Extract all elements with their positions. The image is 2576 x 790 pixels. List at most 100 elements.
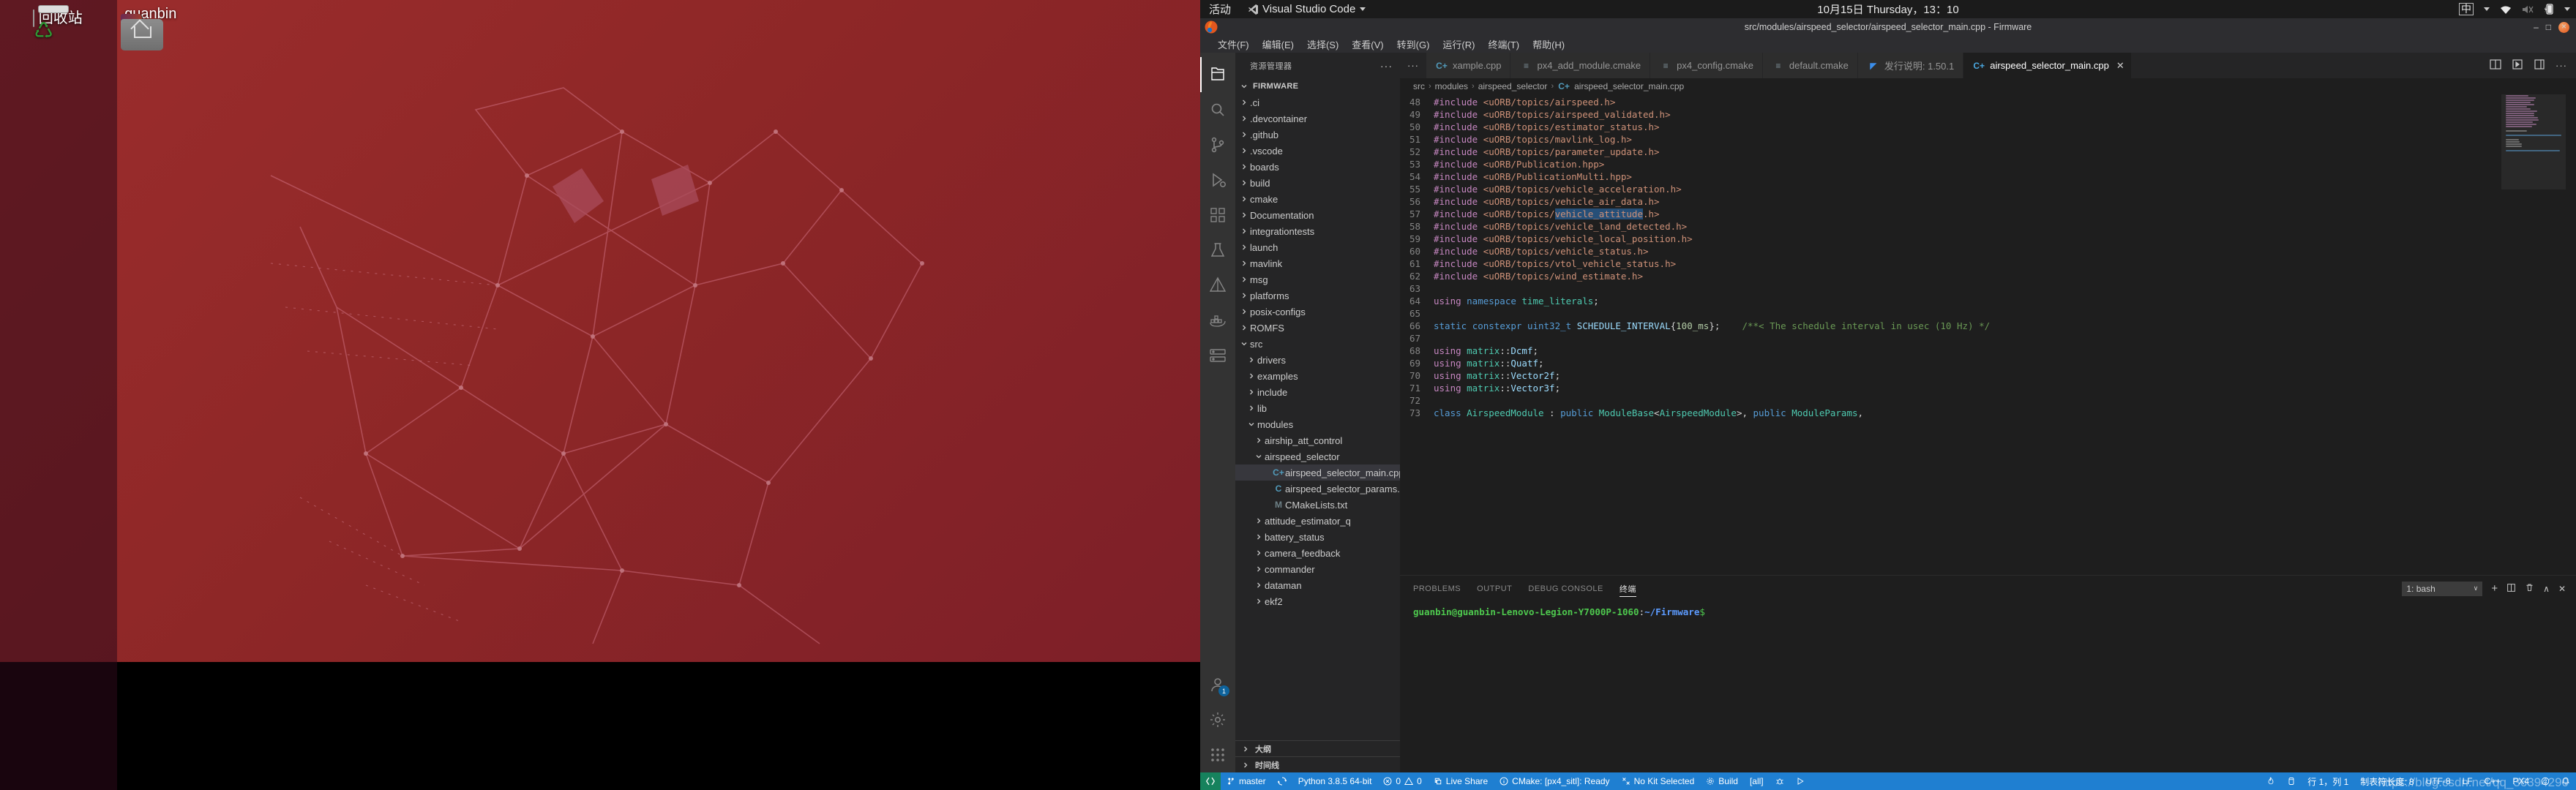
code-line[interactable]: 72 <box>1400 394 2501 407</box>
tree-folder-row[interactable]: .github <box>1235 127 1400 143</box>
sidebar-more-actions-icon[interactable]: ··· <box>1380 60 1393 72</box>
accounts-icon[interactable]: 1 <box>1200 667 1235 702</box>
tree-folder-row[interactable]: platforms <box>1235 287 1400 304</box>
explorer-icon[interactable] <box>1200 57 1235 92</box>
code-line[interactable]: 65 <box>1400 307 2501 320</box>
breadcrumb-airspeed-selector[interactable]: airspeed_selector <box>1478 81 1548 91</box>
tree-folder-row[interactable]: drivers <box>1235 352 1400 368</box>
tree-folder-row[interactable]: examples <box>1235 368 1400 384</box>
editor-tab[interactable]: C+ xample.cpp <box>1426 53 1511 78</box>
menu-file[interactable]: 文件(F) <box>1212 36 1255 53</box>
tree-folder-row[interactable]: cmake <box>1235 191 1400 207</box>
code-line[interactable]: 58 #include <uORB/topics/vehicle_land_det… <box>1400 220 2501 233</box>
input-method-icon[interactable]: 中 <box>2459 3 2474 15</box>
tree-folder-row[interactable]: msg <box>1235 271 1400 287</box>
code-line[interactable]: 69 using matrix::Quatf; <box>1400 357 2501 369</box>
tab-close-icon[interactable]: ✕ <box>2116 60 2124 72</box>
terminal-output[interactable]: guanbin@guanbin-Lenovo-Legion-Y7000P-106… <box>1400 601 2576 772</box>
status-live-share[interactable]: Live Share <box>1428 772 1494 790</box>
remote-explorer-icon[interactable] <box>1200 338 1235 373</box>
overview-ruler[interactable] <box>2566 94 2576 575</box>
activities-button[interactable]: 活动 <box>1200 0 1240 18</box>
status-language-mode[interactable]: C++ <box>2479 772 2507 790</box>
status-sync-changes[interactable] <box>1272 772 1292 790</box>
status-cursor-position[interactable]: 行 1，列 1 <box>2302 772 2354 790</box>
more-actions-icon[interactable]: ··· <box>2556 60 2567 71</box>
window-maximize-button[interactable]: □ <box>2546 23 2551 31</box>
status-database-indicator[interactable] <box>2281 772 2302 790</box>
code-line[interactable]: 68 using matrix::Dcmf; <box>1400 345 2501 357</box>
tree-folder-row[interactable]: integrationtests <box>1235 223 1400 239</box>
status-notifications[interactable] <box>2556 772 2576 790</box>
menu-go[interactable]: 转到(G) <box>1391 36 1436 53</box>
chevron-up-icon[interactable]: ∧ <box>2543 584 2550 594</box>
split-terminal-icon[interactable] <box>2506 583 2516 595</box>
cmake-icon[interactable] <box>1200 268 1235 303</box>
code-editor[interactable]: 48 #include <uORB/topics/airspeed.h> 49 #in… <box>1400 94 2576 575</box>
menu-run[interactable]: 运行(R) <box>1437 36 1480 53</box>
tree-folder-row[interactable]: modules <box>1235 416 1400 432</box>
tree-folder-row[interactable]: ROMFS <box>1235 320 1400 336</box>
editor-tab[interactable]: ≡ px4_config.cmake <box>1650 53 1763 78</box>
status-smiley-feedback[interactable] <box>2535 772 2556 790</box>
status-git-branch[interactable]: master <box>1221 772 1272 790</box>
outline-section[interactable]: 大纲 <box>1235 740 1400 756</box>
code-line[interactable]: 57 #include <uORB/topics/vehicle_attitude… <box>1400 208 2501 220</box>
file-tree[interactable]: .ci .devcontainer .github .vscode boards buil… <box>1235 94 1400 740</box>
desktop-icon-home[interactable]: guanbin <box>94 6 203 50</box>
status-tab-size[interactable]: 制表符长度: 8 <box>2354 772 2419 790</box>
breadcrumb-modules[interactable]: modules <box>1435 81 1468 91</box>
status-build-button[interactable]: Build <box>1700 772 1744 790</box>
status-eol[interactable]: LF <box>2457 772 2479 790</box>
ubuntu-launcher-bar[interactable] <box>0 0 117 790</box>
editor-tab[interactable]: ≡ default.cmake <box>1762 53 1858 78</box>
breadcrumb-src[interactable]: src <box>1413 81 1425 91</box>
extensions-icon[interactable] <box>1200 198 1235 233</box>
window-close-button[interactable]: × <box>2558 21 2569 33</box>
tree-folder-row[interactable]: Documentation <box>1235 207 1400 223</box>
tree-folder-row[interactable]: attitude_estimator_q <box>1235 513 1400 529</box>
testing-icon[interactable] <box>1200 233 1235 268</box>
menu-help[interactable]: 帮助(H) <box>1527 36 1570 53</box>
tree-folder-row[interactable]: mavlink <box>1235 255 1400 271</box>
status-flame-indicator[interactable] <box>2261 772 2281 790</box>
new-terminal-icon[interactable]: + <box>2491 582 2498 595</box>
status-cmake[interactable]: CMake: [px4_sitl]: Ready <box>1494 772 1615 790</box>
tree-folder-row[interactable]: airship_att_control <box>1235 432 1400 448</box>
apps-grid-icon[interactable] <box>1200 737 1235 772</box>
tree-folder-row[interactable]: src <box>1235 336 1400 352</box>
code-line[interactable]: 53 #include <uORB/Publication.hpp> <box>1400 158 2501 170</box>
status-build-target[interactable]: [all] <box>1744 772 1770 790</box>
status-encoding[interactable]: UTF-8 <box>2420 772 2457 790</box>
tree-file-row[interactable]: Cairspeed_selector_params.c <box>1235 481 1400 497</box>
status-launch-target[interactable] <box>1790 772 1811 790</box>
run-icon[interactable] <box>2512 59 2523 72</box>
code-line[interactable]: 62 #include <uORB/topics/wind_estimate.h> <box>1400 270 2501 282</box>
code-line[interactable]: 48 #include <uORB/topics/airspeed.h> <box>1400 96 2501 108</box>
code-line[interactable]: 60 #include <uORB/topics/vehicle_status.h… <box>1400 245 2501 257</box>
editor-tab[interactable]: C+ airspeed_selector_main.cpp ✕ <box>1963 53 2133 78</box>
source-control-icon[interactable] <box>1200 127 1235 162</box>
system-indicators[interactable]: 中 <box>2459 0 2570 18</box>
tree-folder-row[interactable]: lib <box>1235 400 1400 416</box>
code-line[interactable]: 49 #include <uORB/topics/airspeed_validat… <box>1400 108 2501 121</box>
tree-folder-row[interactable]: airspeed_selector <box>1235 448 1400 464</box>
run-debug-icon[interactable] <box>1200 162 1235 198</box>
code-line[interactable]: 63 <box>1400 282 2501 295</box>
tree-folder-row[interactable]: include <box>1235 384 1400 400</box>
panel-tab-output[interactable]: OUTPUT <box>1477 576 1512 601</box>
menu-edit[interactable]: 编辑(E) <box>1257 36 1300 53</box>
menu-terminal[interactable]: 终端(T) <box>1482 36 1525 53</box>
code-line[interactable]: 66 static constexpr uint32_t SCHEDULE_INT… <box>1400 320 2501 332</box>
tree-folder-row[interactable]: .ci <box>1235 94 1400 110</box>
tree-folder-row[interactable]: camera_feedback <box>1235 545 1400 561</box>
tree-folder-row[interactable]: .vscode <box>1235 143 1400 159</box>
layout-icon[interactable] <box>2534 59 2545 72</box>
tree-folder-row[interactable]: launch <box>1235 239 1400 255</box>
workspace-root-row[interactable]: FIRMWARE <box>1235 78 1400 94</box>
code-line[interactable]: 71 using matrix::Vector3f; <box>1400 382 2501 394</box>
code-text[interactable]: 48 #include <uORB/topics/airspeed.h> 49 #in… <box>1400 94 2501 575</box>
docker-icon[interactable] <box>1200 303 1235 338</box>
tree-folder-row[interactable]: commander <box>1235 561 1400 577</box>
minimap[interactable] <box>2501 94 2566 575</box>
